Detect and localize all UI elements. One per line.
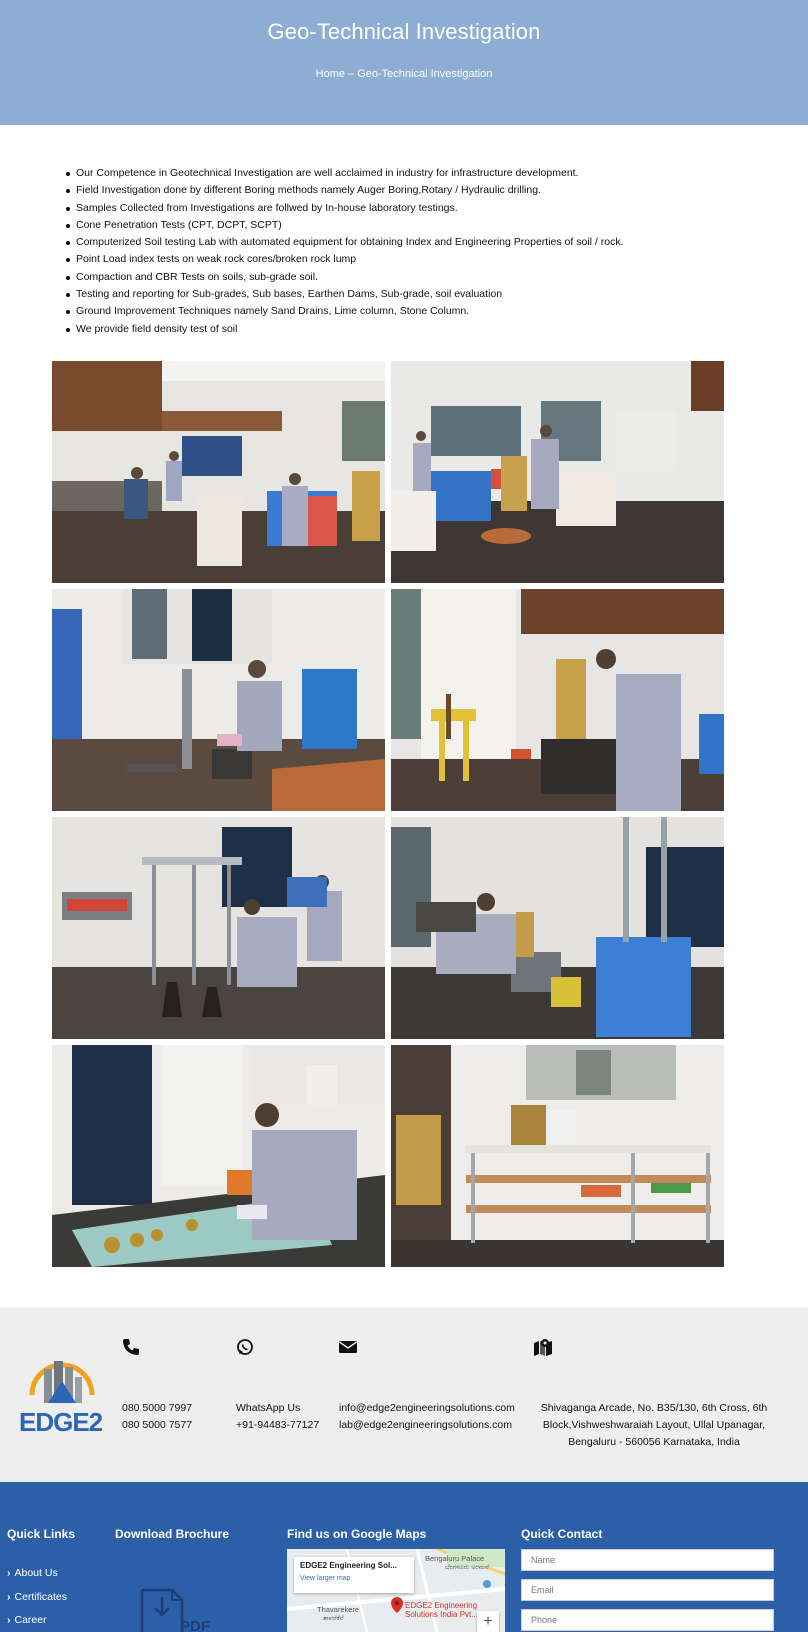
map-zoom-in-button[interactable]: + [477, 1611, 499, 1632]
map-label-thavarekere-local: ತಾವರೆಕೆರೆ [323, 1615, 344, 1622]
map-label-palace: Bengaluru Palace [425, 1554, 485, 1563]
service-item: Compaction and CBR Tests on soils, sub-g… [66, 269, 746, 286]
whatsapp-icon [237, 1339, 253, 1355]
map-business-line: EDGE2 Engineering [405, 1601, 478, 1610]
lab-photo-image [52, 589, 385, 811]
service-item: Our Competence in Geotechnical Investiga… [66, 165, 746, 182]
email-field[interactable] [521, 1579, 774, 1601]
name-field[interactable] [521, 1549, 774, 1571]
whatsapp-number[interactable]: +91-94483-77127 [236, 1417, 319, 1434]
lab-photo-image [52, 1045, 385, 1267]
whatsapp-label[interactable]: WhatsApp Us [236, 1400, 319, 1417]
lab-photo-3[interactable] [52, 589, 385, 811]
lab-photo-image [391, 589, 724, 811]
address-line: Block,Vishweshwaraiah Layout, Ullal Upan… [542, 1419, 766, 1431]
brochure-heading: Download Brochure [115, 1527, 230, 1541]
quick-link-certificates[interactable]: Certificates [7, 1586, 68, 1610]
lab-photo-image [391, 817, 724, 1039]
breadcrumb-current: Geo-Technical Investigation [357, 68, 493, 80]
address-line: Shivaganga Arcade, No. B35/130, 6th Cros… [540, 1402, 768, 1414]
quick-link-about-us[interactable]: About Us [7, 1562, 67, 1586]
phone-numbers: 080 5000 7997 080 5000 7577 [122, 1400, 192, 1434]
service-item: Testing and reporting for Sub-grades, Su… [66, 286, 746, 303]
map-business-line: Solutions India Pvt... [405, 1610, 478, 1619]
lab-photo-6[interactable] [391, 817, 724, 1039]
quick-contact-heading: Quick Contact [521, 1527, 603, 1541]
envelope-icon [339, 1341, 357, 1353]
map-place-title: EDGE2 Engineering Sol... [300, 1561, 397, 1570]
google-map-embed[interactable]: EDGE2 Engineering Sol... View larger map… [287, 1549, 505, 1632]
service-item: Ground Improvement Techniques namely San… [66, 303, 746, 320]
service-item: Field Investigation done by different Bo… [66, 182, 746, 199]
service-item: We provide field density test of soil [66, 321, 746, 338]
map-label-thavarekere: Thavarekere [317, 1605, 360, 1614]
map-marker-icon [534, 1339, 552, 1356]
breadcrumb: Home – Geo-Technical Investigation [0, 68, 808, 80]
lab-photo-5[interactable] [52, 817, 385, 1039]
map-business-label: EDGE2 Engineering Solutions India Pvt... [405, 1601, 478, 1619]
phone-icon [123, 1339, 139, 1355]
lab-photo-gallery [52, 361, 724, 1267]
phone-number-link[interactable]: 080 5000 7577 [122, 1417, 192, 1434]
email-link[interactable]: lab@edge2engineeringsolutions.com [339, 1417, 515, 1434]
breadcrumb-home-link[interactable]: Home [316, 68, 345, 80]
lab-photo-image [52, 817, 385, 1039]
address-line: Bengaluru - 560056 Karnataka, India [568, 1436, 740, 1448]
services-list: Our Competence in Geotechnical Investiga… [66, 165, 746, 338]
page-title: Geo-Technical Investigation [267, 19, 541, 44]
whatsapp-contact: WhatsApp Us +91-94483-77127 [236, 1400, 319, 1434]
maps-heading: Find us on Google Maps [287, 1527, 427, 1541]
contact-strip: EDGE2 080 5000 7997 080 5000 7577 WhatsA… [0, 1307, 808, 1482]
map-poi-icon [483, 1580, 491, 1588]
lab-photo-7[interactable] [52, 1045, 385, 1267]
map-place-card: EDGE2 Engineering Sol... View larger map [294, 1557, 414, 1593]
site-footer: Quick Links About Us Certificates Career… [0, 1482, 808, 1632]
office-address: Shivaganga Arcade, No. B35/130, 6th Cros… [534, 1400, 774, 1451]
lab-photo-2[interactable] [391, 361, 724, 583]
email-addresses: info@edge2engineeringsolutions.com lab@e… [339, 1400, 515, 1434]
breadcrumb-separator: – [344, 68, 358, 80]
lab-photo-image [391, 361, 724, 583]
lab-photo-4[interactable] [391, 589, 724, 811]
service-item: Point Load index tests on weak rock core… [66, 251, 746, 268]
logo-wordmark: EDGE2 [19, 1407, 103, 1437]
quick-links-list: About Us Certificates Career [7, 1562, 68, 1632]
view-larger-map-link[interactable]: View larger map [300, 1575, 408, 1582]
lab-photo-1[interactable] [52, 361, 385, 583]
pdf-icon-label: PDF [180, 1618, 210, 1632]
phone-number-link[interactable]: 080 5000 7997 [122, 1400, 192, 1417]
lab-photo-image [52, 361, 385, 583]
quick-link-career[interactable]: Career [7, 1609, 67, 1632]
pdf-download-icon[interactable]: PDF [128, 1587, 220, 1632]
quick-links-heading: Quick Links [7, 1527, 76, 1541]
phone-field[interactable] [521, 1609, 774, 1631]
email-link[interactable]: info@edge2engineeringsolutions.com [339, 1400, 515, 1417]
page-hero: Geo-Technical Investigation Home – Geo-T… [0, 0, 808, 125]
service-item: Computerized Soil testing Lab with autom… [66, 234, 746, 251]
lab-photo-8[interactable] [391, 1045, 724, 1267]
service-item: Samples Collected from Investigations ar… [66, 200, 746, 217]
lab-photo-image [391, 1045, 724, 1267]
service-item: Cone Penetration Tests (CPT, DCPT, SCPT) [66, 217, 746, 234]
map-label-palace-local: ಬೆಂಗಳೂರು ಅರಮನೆ [445, 1564, 489, 1571]
